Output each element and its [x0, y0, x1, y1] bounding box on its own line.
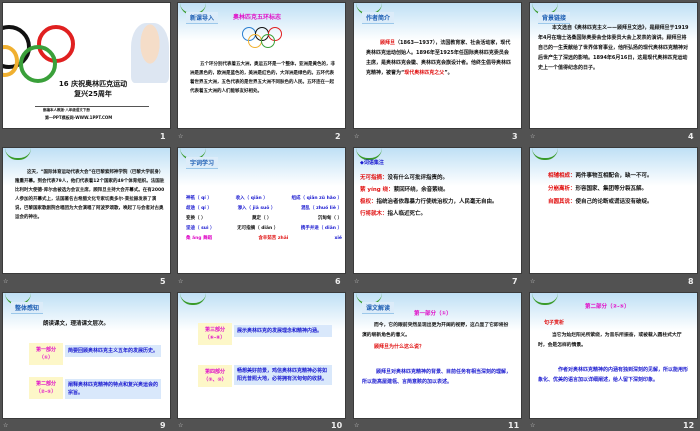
slide-thumbnail-5[interactable]: 这天，“国际体育运动代表大会”在巴黎索邦神学院（巴黎大学前身）隆重开幕。到会代表…: [3, 148, 170, 273]
slide-thumbnail-3[interactable]: 作者简介 顾拜旦（1863—1937），法国教育家、社会活动家，现代奥林匹克运动…: [354, 3, 521, 128]
section-tag: 新课导入: [186, 12, 219, 24]
slide-number: 1: [160, 132, 166, 141]
section-tag: 作者简介: [362, 12, 395, 24]
slide-number: 8: [688, 277, 694, 286]
answer-text: 作者对奥林匹克精神的内涵有独到深刻的见解，所以能用形象化、优美的语言加以详细阐述…: [538, 367, 689, 383]
part-description: 阐释奥林匹克精神的特点和复兴奥运会的宗旨。: [65, 379, 161, 399]
part-label: 第三部分（⑥-⑧）: [198, 323, 232, 345]
slide-body: 五个环分别代表着五大洲，奥运五环是一个整体，亚洲是黄色的，非洲是黑色的，欧洲是蓝…: [190, 62, 335, 94]
slide-body: 这天，“国际体育运动代表大会”在巴黎索邦神学院（巴黎大学前身）隆重开幕。到会代表…: [15, 170, 165, 220]
transition-star-icon: ☆: [530, 278, 536, 285]
part-description: 畅想美好前景，鸡信奥林匹克精神必将如阳光普照大地，必将拥有沉甸甸的收获。: [234, 365, 332, 385]
transition-star-icon: ☆: [178, 133, 184, 140]
slide-number: 4: [688, 132, 694, 141]
slide-thumbnail-2[interactable]: 新课导入 奥林匹克五环标志 五个环分别代表着五大洲，奥运五环是一个整体，亚洲是黄…: [178, 3, 345, 128]
section-tag: ◆词语集注: [360, 160, 384, 166]
slide-number: 11: [508, 421, 520, 430]
pinyin-table: 神祇（ qí ）收入（ qiān ）组成（ qiān zǔ hǎo ） 歧途（ …: [186, 196, 342, 241]
vocab-list: 无可指摘：没有什么可批评指责的。 萦 yíng 绕：萦回环绕，余音萦绕。 极权：…: [360, 175, 498, 217]
slide-thumbnail-6[interactable]: 字词学习 神祇（ qí ）收入（ qiān ）组成（ qiān zǔ hǎo ）…: [178, 148, 345, 273]
slide-number: 5: [160, 277, 166, 286]
subtitle: 部编本人教版·八年级语文下册: [43, 108, 90, 112]
transition-star-icon: ☆: [178, 422, 184, 429]
slide-title: 16 庆祝奥林匹克运动 复兴25周年: [58, 80, 128, 98]
section-tag: 课文解读: [362, 302, 395, 314]
transition-star-icon: ☆: [354, 133, 360, 140]
slide-thumbnail-9[interactable]: 整体感知 朗读课文，理清课文层次。 第一部分（①） 简要回顾奥林匹克主义五年的发…: [3, 293, 170, 418]
section-tag: 句子赏析: [544, 320, 565, 326]
section-tag: 字词学习: [186, 157, 219, 169]
transition-star-icon: ☆: [3, 422, 9, 429]
transition-star-icon: ☆: [354, 278, 360, 285]
site-text: 第一PPT模板网-WWW.1PPT.COM: [45, 115, 113, 120]
slide-number: 10: [331, 421, 343, 430]
transition-star-icon: ☆: [3, 278, 9, 285]
part-label: 第四部分（⑨、⑩）: [198, 365, 232, 387]
slide-thumbnail-8[interactable]: 相辅相成：两件事物互相配合，缺一不可。 分崩离析：形容国家、集团等分裂瓦解。 自…: [530, 148, 697, 273]
part-description: 展示奥林匹克的发展理念和精神内涵。: [234, 325, 332, 337]
question-text: 顾拜旦为什么这么说？: [374, 344, 425, 350]
part-label: 第二部分（②-⑤）: [29, 377, 63, 399]
slide-thumbnail-4[interactable]: 背景链接 本文选自《奥林匹克主义——顾拜旦文选》，是顾拜旦于1919年4月在瑞士…: [530, 3, 697, 128]
section-tag: 整体感知: [11, 302, 44, 314]
slide-thumbnail-12[interactable]: 第二部分（②-⑤） 句子赏析 当它为灿烂阳光所萦绕，为音乐所振奋，或被载入圆柱式…: [530, 293, 697, 418]
transition-star-icon: ☆: [530, 133, 536, 140]
slide-number: 3: [512, 132, 518, 141]
slide-body: 顾拜旦（1863—1937），法国教育家、社会活动家，现代奥林匹克运动创始人。1…: [366, 40, 512, 76]
coubertin-portrait: [131, 23, 169, 83]
slide-thumbnail-1[interactable]: 16 庆祝奥林匹克运动 复兴25周年 部编本人教版·八年级语文下册 第一PPT模板…: [3, 3, 170, 128]
slide-heading: 奥林匹克五环标志: [233, 14, 282, 21]
slide-number: 7: [512, 277, 518, 286]
quote-text: 而今，它的眼前突然呈现出更为开阔的视野，这凸显了它即将扮演的崭新角色的意义。: [362, 323, 509, 338]
transition-star-icon: ☆: [178, 278, 184, 285]
slide-thumbnail-7[interactable]: ◆词语集注 无可指摘：没有什么可批评指责的。 萦 yíng 绕：萦回环绕，余音萦…: [354, 148, 521, 273]
transition-star-icon: ☆: [354, 422, 360, 429]
part-description: 简要回顾奥林匹克主义五年的发展历史。: [65, 345, 161, 357]
slide-body: 本文选自《奥林匹克主义——顾拜旦文选》，是顾拜旦于1919年4月在瑞士洛桑国际奥…: [538, 25, 689, 71]
vocab-list: 相辅相成：两件事物互相配合，缺一不可。 分崩离析：形容国家、集团等分裂瓦解。 自…: [548, 173, 653, 205]
part-label: 第一部分（①）: [29, 343, 63, 365]
slide-thumbnail-11[interactable]: 课文解读 第一部分（①） 而今，它的眼前突然呈现出更为开阔的视野，这凸显了它即将…: [354, 293, 521, 418]
slide-number: 12: [683, 421, 695, 430]
answer-text: 顾拜旦对奥林匹克精神的背景、目前任务有相当深刻的理解，所以能高屋建瓴、言简意赅的…: [362, 369, 512, 385]
transition-star-icon: ☆: [530, 422, 536, 429]
slide-number: 2: [335, 132, 341, 141]
slide-number: 9: [160, 421, 166, 430]
slide-heading: 第一部分（①）: [414, 311, 452, 317]
quote-text: 当它为灿烂阳光所萦绕，为音乐所振奋，或被载入圆柱式大厅时，会是怎样的情景。: [538, 333, 682, 348]
slide-thumbnail-10[interactable]: 第三部分（⑥-⑧） 展示奥林匹克的发展理念和精神内涵。 第四部分（⑨、⑩） 畅想…: [178, 293, 345, 418]
slide-heading: 第二部分（②-⑤）: [585, 304, 630, 310]
slide-heading: 朗读课文，理清课文层次。: [43, 321, 110, 327]
slide-number: 6: [335, 277, 341, 286]
